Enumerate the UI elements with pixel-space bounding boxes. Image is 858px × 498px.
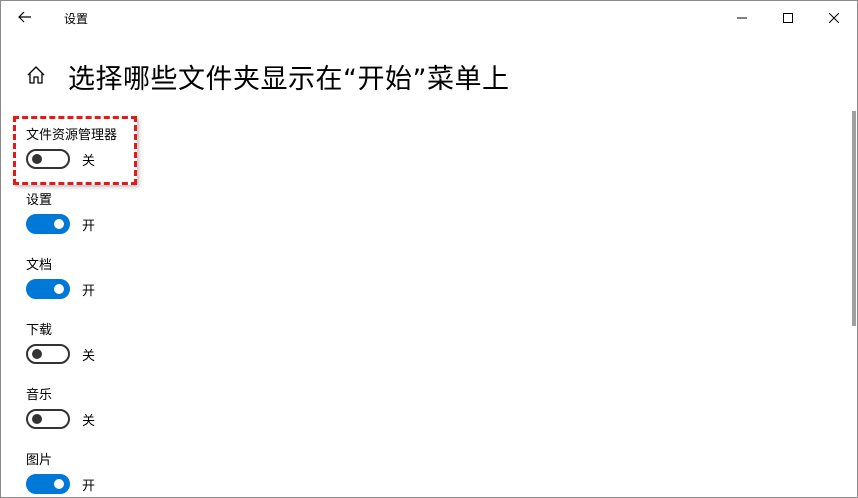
close-button[interactable] <box>811 1 857 34</box>
setting-label: 文档 <box>26 258 53 273</box>
setting-pictures: 图片 开 <box>26 452 95 494</box>
setting-label: 图片 <box>26 453 53 468</box>
page-title: 选择哪些文件夹显示在“开始”菜单上 <box>68 64 510 95</box>
toggle-state: 开 <box>82 284 96 299</box>
toggle-knob <box>54 219 64 229</box>
highlight-annotation-box <box>13 116 137 185</box>
window-title: 设置 <box>64 12 89 26</box>
maximize-icon <box>783 12 793 23</box>
toggle-state: 开 <box>82 479 96 494</box>
minimize-icon <box>737 17 747 18</box>
toggle-knob <box>32 414 42 424</box>
toggle-state: 关 <box>82 414 96 429</box>
setting-label: 设置 <box>26 193 53 208</box>
setting-music: 音乐 关 <box>26 387 95 429</box>
settings-window: 设置 选择哪些文件夹显示在“开始”菜单上 文件资源管理器 关 设置 开 文档 开… <box>0 0 858 498</box>
toggle-row: 关 <box>26 409 146 431</box>
music-toggle[interactable] <box>26 409 70 429</box>
toggle-row: 开 <box>26 474 146 496</box>
toggle-knob <box>32 349 42 359</box>
page-header: 选择哪些文件夹显示在“开始”菜单上 <box>1 53 841 97</box>
scrollbar-thumb[interactable] <box>852 111 856 326</box>
toggle-state: 开 <box>82 219 96 234</box>
pictures-toggle[interactable] <box>26 474 70 494</box>
setting-settings: 设置 开 <box>26 192 95 234</box>
toggle-state: 关 <box>82 349 96 364</box>
downloads-toggle[interactable] <box>26 344 70 364</box>
setting-label: 音乐 <box>26 388 53 403</box>
home-icon <box>27 66 45 84</box>
toggle-row: 开 <box>26 279 146 301</box>
documents-toggle[interactable] <box>26 279 70 299</box>
maximize-button[interactable] <box>765 1 811 34</box>
setting-downloads: 下载 关 <box>26 322 95 364</box>
close-icon <box>829 12 839 23</box>
title-bar: 设置 <box>1 1 857 34</box>
toggle-knob <box>54 284 64 294</box>
setting-documents: 文档 开 <box>26 257 95 299</box>
home-button[interactable] <box>25 64 47 86</box>
back-button[interactable] <box>11 5 39 29</box>
toggle-row: 开 <box>26 214 146 236</box>
settings-toggle[interactable] <box>26 214 70 234</box>
toggle-knob <box>54 479 64 489</box>
minimize-button[interactable] <box>719 1 765 34</box>
back-arrow-icon <box>18 11 31 23</box>
toggle-row: 关 <box>26 344 146 366</box>
setting-label: 下载 <box>26 323 53 338</box>
